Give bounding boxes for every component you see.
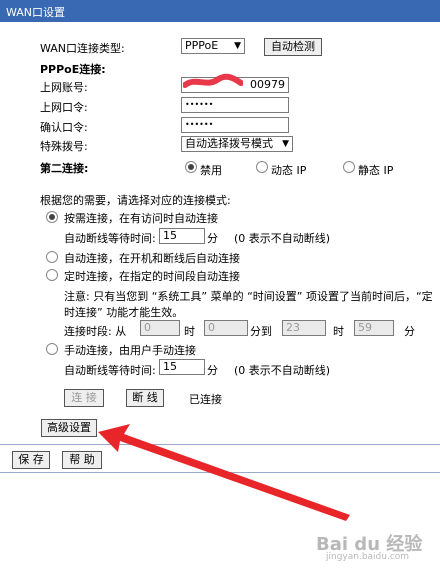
watermark-url: jingyan.baidu.com [326,552,410,562]
annotation-arrow-icon [98,424,350,521]
